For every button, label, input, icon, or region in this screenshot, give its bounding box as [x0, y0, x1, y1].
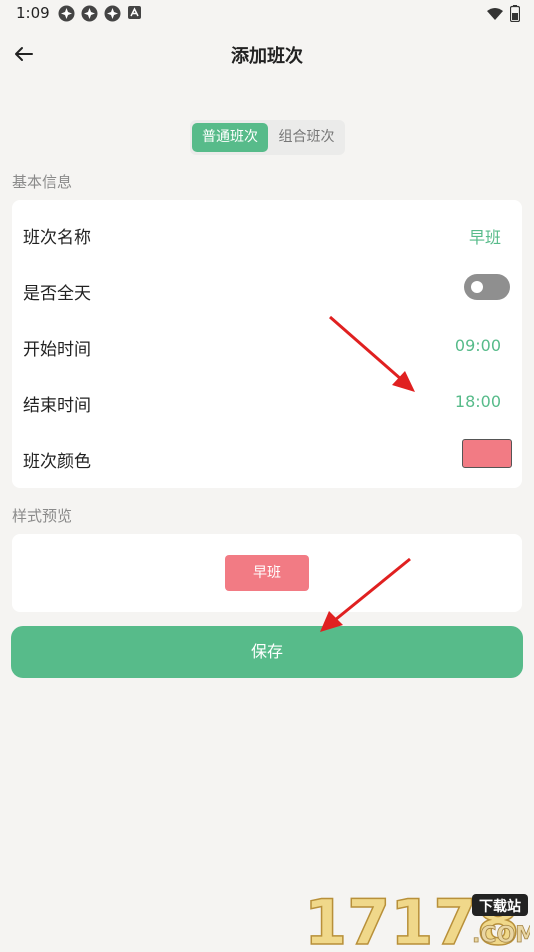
- row-start-time[interactable]: 开始时间 09:00: [12, 318, 522, 374]
- shift-name-value[interactable]: 早班: [469, 224, 501, 248]
- shift-color-label: 班次颜色: [23, 452, 91, 472]
- toggle-knob: [471, 281, 483, 293]
- watermark-tag: 下载站: [479, 898, 521, 915]
- notification-icons: [58, 5, 144, 22]
- top-app-bar: 添加班次: [0, 30, 534, 78]
- basic-info-label: 基本信息: [12, 173, 73, 191]
- tab-combined-shift[interactable]: 组合班次: [270, 123, 343, 152]
- start-time-label: 开始时间: [23, 340, 91, 360]
- battery-icon: [509, 5, 521, 26]
- tab-normal-shift[interactable]: 普通班次: [192, 123, 268, 152]
- notification-app-icon: [58, 5, 75, 22]
- style-preview-label: 样式预览: [12, 507, 73, 525]
- font-app-icon: [127, 5, 144, 22]
- system-icons: [486, 5, 521, 26]
- status-time: 1:09: [16, 4, 50, 22]
- page-title: 添加班次: [231, 46, 303, 67]
- row-end-time[interactable]: 结束时间 18:00: [12, 374, 522, 430]
- site-watermark: 17178 下载站 .COM: [303, 885, 534, 952]
- all-day-label: 是否全天: [23, 284, 91, 304]
- all-day-toggle[interactable]: [464, 274, 510, 300]
- basic-info-card: 班次名称 早班 是否全天 开始时间 09:00 结束时间 18:00 班次颜色: [12, 200, 522, 488]
- status-bar: 1:09: [0, 0, 534, 28]
- row-shift-color[interactable]: 班次颜色: [12, 430, 522, 486]
- watermark-domain: .COM: [472, 923, 530, 948]
- save-button[interactable]: 保存: [11, 626, 523, 678]
- style-preview-card: 早班: [12, 534, 522, 612]
- row-shift-name[interactable]: 班次名称 早班: [12, 206, 522, 262]
- shift-name-label: 班次名称: [23, 228, 91, 248]
- notification-app-icon: [81, 5, 98, 22]
- row-all-day: 是否全天: [12, 262, 522, 318]
- notification-app-icon: [104, 5, 121, 22]
- shift-type-segment: 普通班次 组合班次: [190, 120, 345, 155]
- wifi-icon: [486, 7, 504, 25]
- start-time-value[interactable]: 09:00: [455, 336, 501, 355]
- end-time-label: 结束时间: [23, 396, 91, 416]
- end-time-value[interactable]: 18:00: [455, 392, 501, 411]
- shift-color-swatch[interactable]: [462, 439, 512, 468]
- preview-shift-chip: 早班: [225, 555, 309, 591]
